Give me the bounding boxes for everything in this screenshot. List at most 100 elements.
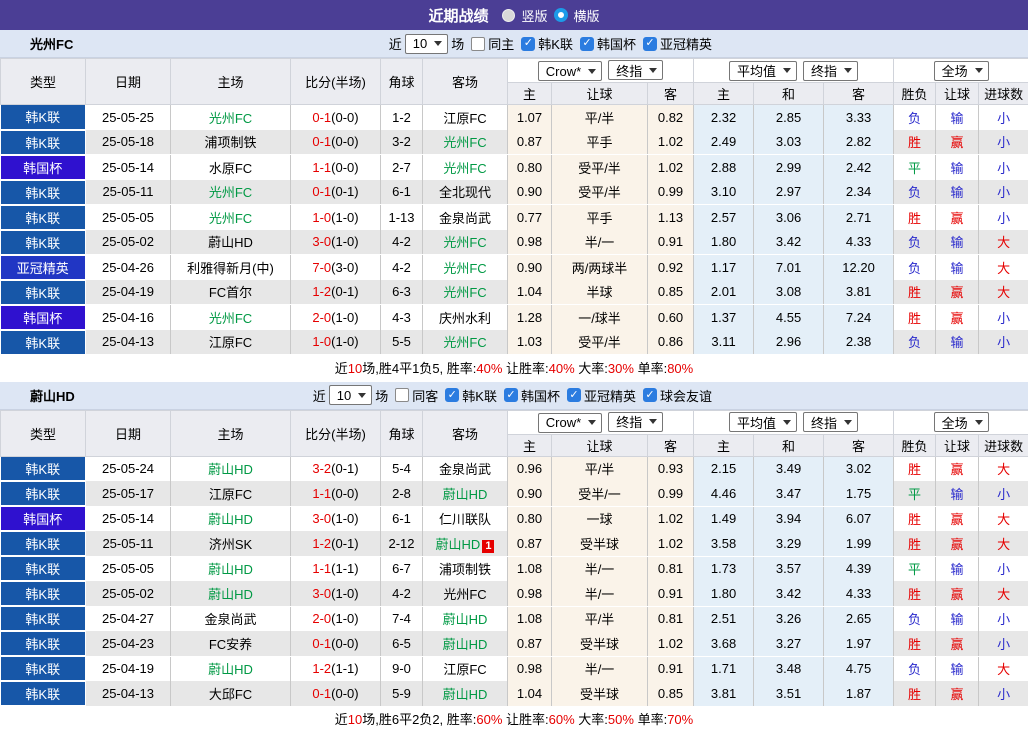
sub-header-8: 进球数 xyxy=(978,433,1028,457)
away-team-cell: 光州FC xyxy=(422,581,508,607)
average-final-select[interactable]: 终指 xyxy=(803,412,859,432)
result-cell: 胜 xyxy=(893,506,937,531)
score-cell: 1-2(0-1) xyxy=(290,531,381,557)
full-match-select-value: 全场 xyxy=(941,415,968,431)
avg-away-cell: 12.20 xyxy=(823,254,895,280)
sub-header-0: 主 xyxy=(507,82,552,105)
home-team-cell: 蔚山HD xyxy=(170,506,291,531)
avg-draw-cell: 7.01 xyxy=(753,254,825,280)
away-odds-cell: 0.86 xyxy=(647,329,695,355)
goals-result-cell: 大 xyxy=(978,229,1028,255)
away-odds-cell: 1.02 xyxy=(647,531,695,557)
league-checkbox-2[interactable]: ✓ xyxy=(566,388,581,402)
odds-final-select[interactable]: 终指 xyxy=(608,60,664,80)
avg-home-cell: 2.49 xyxy=(693,129,755,155)
away-odds-cell: 0.60 xyxy=(647,304,695,330)
handicap-result-cell: 输 xyxy=(935,481,980,507)
radio-vertical-layout[interactable] xyxy=(502,8,516,22)
away-team-name: 蔚山HD xyxy=(442,612,488,628)
avg-draw-cell: 3.51 xyxy=(753,681,825,707)
avg-away-cell: 4.33 xyxy=(823,581,895,607)
goals-result-cell: 大 xyxy=(978,456,1028,481)
avg-away-cell: 4.33 xyxy=(823,229,895,255)
average-select[interactable]: 平均值 xyxy=(729,60,798,81)
match-row: 韩K联 25-04-27 金泉尚武 2-0(1-0) 7-4 蔚山HD 1.08 平/半 0.8… xyxy=(0,606,1028,632)
corners-cell: 6-1 xyxy=(380,506,423,531)
avg-home-cell: 2.15 xyxy=(693,456,755,481)
away-odds-cell: 0.85 xyxy=(647,681,695,707)
same-venue-checkbox[interactable] xyxy=(471,36,486,51)
league-checkbox-1[interactable]: ✓ xyxy=(503,388,518,402)
avg-draw-cell: 2.97 xyxy=(753,179,825,205)
handicap-cell: 两/两球半 xyxy=(551,254,648,280)
league-type-cell: 韩K联 xyxy=(0,204,86,231)
handicap-cell: 受平/半 xyxy=(551,329,648,355)
handicap-cell: 一球 xyxy=(551,506,648,531)
sub-header-4: 和 xyxy=(753,433,825,457)
half-time-score: (1-0) xyxy=(331,511,359,527)
league-checkbox-3[interactable]: ✓ xyxy=(642,388,657,402)
away-team-cell: 光州FC xyxy=(422,129,508,155)
avg-home-cell: 2.51 xyxy=(693,606,755,631)
handicap-result-cell: 输 xyxy=(935,229,980,255)
result-cell: 负 xyxy=(893,329,937,355)
average-final-select[interactable]: 终指 xyxy=(803,60,859,81)
home-team-cell: 江原FC xyxy=(170,329,291,355)
league-checkbox-label-3: 球会友谊 xyxy=(659,388,712,404)
match-date: 25-04-26 xyxy=(85,254,171,280)
average-select[interactable]: 平均值 xyxy=(729,412,798,432)
away-team-name: 金泉尚武 xyxy=(438,210,491,226)
avg-home-cell: 3.68 xyxy=(693,631,755,657)
home-team-name: 光州FC xyxy=(208,110,253,126)
odds-final-select-value: 终指 xyxy=(616,63,643,79)
away-team-name: 全北现代 xyxy=(438,185,491,201)
full-match-select[interactable]: 全场 xyxy=(933,412,989,432)
league-checkbox-0[interactable]: ✓ xyxy=(445,388,460,402)
radio-vertical-label[interactable]: 竖版 xyxy=(521,6,547,25)
away-odds-cell: 0.91 xyxy=(647,229,695,255)
goals-result-cell: 小 xyxy=(978,329,1028,355)
league-type-cell: 韩K联 xyxy=(0,556,86,582)
handicap-result-cell: 输 xyxy=(935,179,980,205)
match-date: 25-05-11 xyxy=(85,179,171,205)
corners-cell: 6-5 xyxy=(380,631,423,657)
full-match-select-value: 全场 xyxy=(941,64,968,79)
league-checkbox-0[interactable]: ✓ xyxy=(521,36,536,51)
handicap-cell: 受半球 xyxy=(551,681,648,707)
handicap-cell: 受半球 xyxy=(551,531,648,557)
same-venue-checkbox[interactable] xyxy=(395,388,410,402)
home-team-name: 蔚山HD xyxy=(208,662,253,678)
home-odds-cell: 0.80 xyxy=(507,506,552,531)
full-time-score: 3-2 xyxy=(312,461,332,477)
away-odds-cell: 0.91 xyxy=(647,581,695,607)
odds-source-select[interactable]: Crow* xyxy=(537,412,603,433)
recent-count-select[interactable]: 10 xyxy=(404,33,449,54)
corners-cell: 5-4 xyxy=(380,456,423,481)
summary-value: 80% xyxy=(667,360,694,376)
match-row: 韩国杯 25-04-16 光州FC 2-0(1-0) 4-3 庆州水利 1.28 一/球半 0.… xyxy=(0,304,1028,331)
avg-away-cell: 3.33 xyxy=(823,104,895,130)
handicap-result-cell: 赢 xyxy=(935,581,980,607)
recent-count-select[interactable]: 10 xyxy=(328,385,373,405)
odds-source-select[interactable]: Crow* xyxy=(537,61,603,81)
corners-cell: 1-13 xyxy=(380,204,423,230)
league-checkbox-2[interactable]: ✓ xyxy=(642,36,657,51)
league-type-cell: 韩国杯 xyxy=(0,304,86,331)
radio-horizontal-layout[interactable] xyxy=(553,8,568,22)
handicap-result-cell: 输 xyxy=(935,329,980,355)
avg-home-cell: 4.46 xyxy=(693,481,755,507)
radio-horizontal-label[interactable]: 横版 xyxy=(574,6,600,25)
avg-draw-cell: 3.49 xyxy=(753,456,825,481)
summary-value: 40% xyxy=(476,360,503,376)
filter-controls: 近 10 场同主 ✓ 韩K联 ✓ 韩国杯 ✓ 亚冠精英 xyxy=(389,33,712,54)
away-odds-cell: 0.85 xyxy=(647,279,695,305)
sub-header-6: 胜负 xyxy=(893,433,937,457)
full-time-score: 0-1 xyxy=(312,184,332,200)
avg-home-cell: 3.11 xyxy=(693,329,755,355)
league-checkbox-1[interactable]: ✓ xyxy=(579,36,594,51)
away-team-name: 蔚山HD xyxy=(442,636,488,652)
full-match-select[interactable]: 全场 xyxy=(933,60,989,81)
chevron-down-icon xyxy=(974,68,983,73)
league-type-cell: 韩K联 xyxy=(0,581,86,607)
odds-final-select[interactable]: 终指 xyxy=(608,411,664,432)
